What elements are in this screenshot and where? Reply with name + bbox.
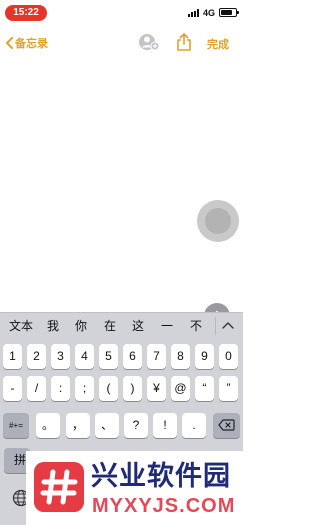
key-symbol[interactable]: ¥ bbox=[147, 376, 166, 401]
candidate-word[interactable]: 在 bbox=[104, 318, 116, 334]
key-digit[interactable]: 5 bbox=[99, 344, 118, 369]
candidate-word[interactable]: 这 bbox=[132, 318, 144, 334]
network-type: 4G bbox=[203, 8, 216, 18]
candidate-bar: 文本 我 你 在 这 一 不 bbox=[0, 312, 243, 340]
watermark-title: 兴业软件园 bbox=[91, 461, 231, 491]
key-symbol[interactable]: ” bbox=[219, 376, 238, 401]
chevron-up-icon[interactable] bbox=[220, 319, 236, 333]
backspace-icon bbox=[218, 419, 235, 431]
candidate-word[interactable]: 一 bbox=[161, 318, 173, 334]
key-symbol[interactable]: - bbox=[3, 376, 22, 401]
key-punctuation[interactable]: 、 bbox=[95, 413, 119, 438]
note-editor[interactable]: + bbox=[0, 60, 243, 329]
status-time[interactable]: 15:22 bbox=[5, 5, 47, 21]
battery-icon bbox=[219, 8, 239, 17]
back-button[interactable]: 备忘录 bbox=[5, 34, 48, 52]
key-digit[interactable]: 3 bbox=[51, 344, 70, 369]
key-digit[interactable]: 4 bbox=[75, 344, 94, 369]
watermark: 兴业软件园 MYXYJS.COM bbox=[26, 451, 243, 525]
candidate-divider bbox=[215, 317, 216, 335]
key-symbol[interactable]: @ bbox=[171, 376, 190, 401]
assistive-touch-ring bbox=[205, 208, 231, 234]
key-digit[interactable]: 7 bbox=[147, 344, 166, 369]
watermark-url: MYXYJS.COM bbox=[92, 495, 236, 517]
key-digit[interactable]: 1 bbox=[3, 344, 22, 369]
battery-fill bbox=[221, 10, 232, 15]
key-punctuation[interactable]: . bbox=[182, 413, 206, 438]
done-button[interactable]: 完成 bbox=[207, 36, 229, 52]
back-label: 备忘录 bbox=[15, 38, 48, 50]
chevron-left-icon bbox=[6, 37, 13, 49]
candidate-word[interactable]: 文本 bbox=[9, 318, 33, 334]
assistive-touch-icon[interactable] bbox=[197, 200, 239, 242]
signal-icon bbox=[188, 9, 201, 17]
status-bar: 15:22 4G bbox=[0, 0, 243, 26]
key-symbol[interactable]: / bbox=[27, 376, 46, 401]
more-symbols-button[interactable]: #+= bbox=[3, 413, 29, 438]
key-digit[interactable]: 2 bbox=[27, 344, 46, 369]
key-digit[interactable]: 9 bbox=[195, 344, 214, 369]
key-punctuation[interactable]: ! bbox=[153, 413, 177, 438]
hash-logo-icon bbox=[34, 462, 84, 512]
nav-bar: 备忘录 完成 bbox=[0, 26, 243, 60]
delete-button[interactable] bbox=[213, 413, 240, 438]
candidate-word[interactable]: 你 bbox=[75, 318, 87, 334]
candidate-word[interactable]: 我 bbox=[47, 318, 59, 334]
key-punctuation[interactable]: ， bbox=[66, 413, 90, 438]
share-icon[interactable] bbox=[176, 32, 192, 52]
key-digit[interactable]: 0 bbox=[219, 344, 238, 369]
key-symbol[interactable]: : bbox=[51, 376, 70, 401]
candidate-word[interactable]: 不 bbox=[190, 318, 202, 334]
key-digit[interactable]: 8 bbox=[171, 344, 190, 369]
key-symbol[interactable]: “ bbox=[195, 376, 214, 401]
key-punctuation[interactable]: 。 bbox=[36, 413, 60, 438]
key-symbol[interactable]: ( bbox=[99, 376, 118, 401]
key-symbol[interactable]: ) bbox=[123, 376, 142, 401]
key-punctuation[interactable]: ? bbox=[124, 413, 148, 438]
key-digit[interactable]: 6 bbox=[123, 344, 142, 369]
add-person-icon[interactable] bbox=[138, 32, 160, 52]
key-symbol[interactable]: ; bbox=[75, 376, 94, 401]
